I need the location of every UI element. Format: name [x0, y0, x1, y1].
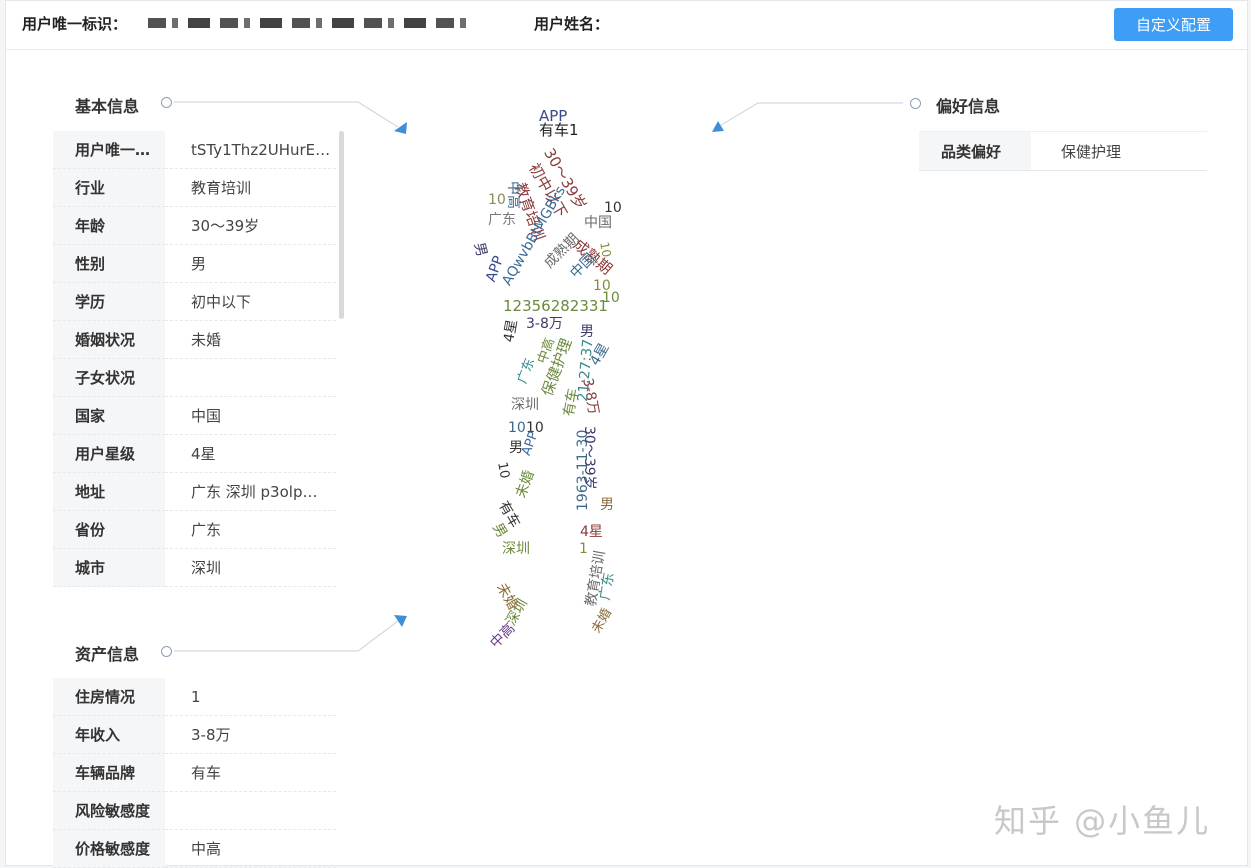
cloud-word: 1	[579, 541, 588, 557]
cloud-word: 中高	[487, 620, 519, 652]
zhihu-watermark: 知乎 @小鱼儿	[994, 802, 1211, 840]
tag-word-cloud: APP 有车1 30～39岁 初中以下 10 中国 教育培训 10 中高 广东 AQwvbBtMGB…	[6, 1, 1249, 867]
cloud-word: 4星	[501, 318, 521, 344]
cloud-word: 10	[604, 200, 622, 216]
cloud-word: 12356282331	[503, 297, 608, 315]
profile-panel: 用户唯一标识： 用户姓名： 自定义配置 基本信息 用户唯一… tSTy1Thz2U…	[5, 0, 1249, 868]
cloud-word: 广东	[488, 212, 516, 228]
cloud-word: 男	[509, 440, 523, 456]
cloud-word: 有车1	[539, 121, 579, 139]
cloud-word: 3-8万	[526, 316, 563, 332]
cloud-word: 30～39岁	[581, 426, 597, 490]
cloud-word: 10	[488, 192, 506, 208]
cloud-word: 10	[508, 420, 526, 436]
cloud-word: 4星	[580, 524, 603, 540]
cloud-word: 深圳	[511, 397, 539, 413]
cloud-word: 男	[580, 324, 594, 340]
cloud-word: 10	[494, 460, 512, 480]
cloud-word: 男	[600, 497, 614, 513]
cloud-word: 广东	[515, 356, 539, 386]
cloud-word: 深圳	[502, 541, 530, 557]
cloud-word: 中国	[567, 250, 599, 282]
cloud-word: 未婚	[513, 468, 538, 501]
cloud-word: 中高	[505, 181, 521, 209]
cloud-word: 10	[602, 290, 620, 306]
cloud-word: 10	[597, 240, 614, 259]
cloud-word: 未婚	[589, 605, 616, 636]
cloud-word: 广东	[597, 571, 618, 602]
cloud-word: 男	[470, 240, 490, 259]
cloud-word: 中国	[584, 215, 612, 231]
